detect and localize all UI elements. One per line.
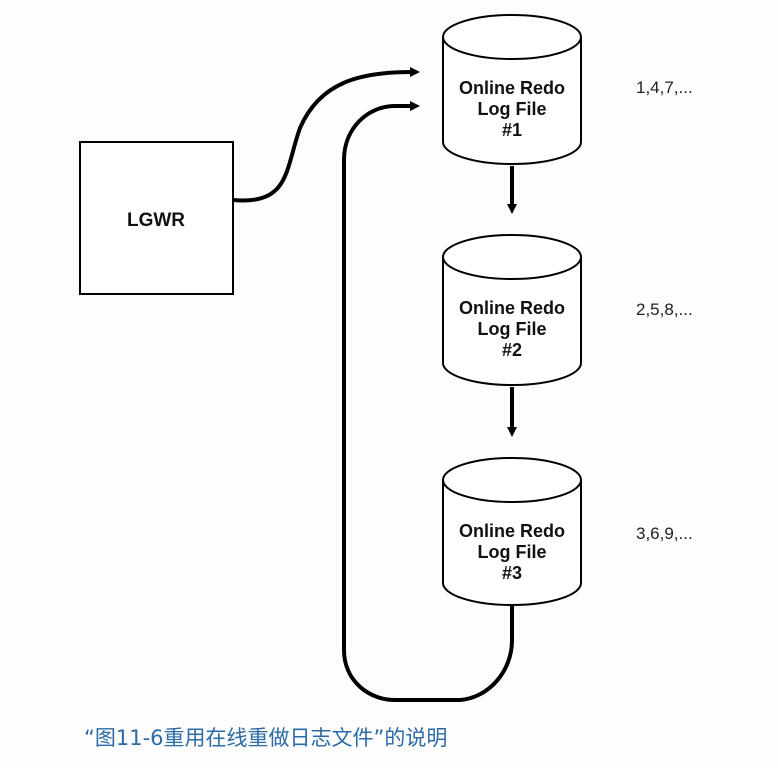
lgwr-box: LGWR — [79, 141, 234, 295]
log-file-2-cylinder: Online Redo Log File #2 — [442, 234, 582, 386]
log-file-2-line2: Log File — [478, 319, 547, 339]
log-file-1-line1: Online Redo — [459, 78, 565, 98]
log-file-3-sequence: 3,6,9,... — [636, 524, 693, 543]
log-file-2-line1: Online Redo — [459, 298, 565, 318]
log-file-1-sequence: 1,4,7,... — [636, 78, 693, 97]
log-file-3-line1: Online Redo — [459, 521, 565, 541]
log-file-3-line3: #3 — [502, 563, 522, 583]
figure-caption-link[interactable]: “图11-6重用在线重做日志文件”的说明 — [84, 722, 447, 752]
log3-to-log1-loop-arrow — [342, 101, 514, 702]
log-file-1-cylinder: Online Redo Log File #1 — [442, 14, 582, 165]
log-file-2-line3: #2 — [502, 340, 522, 360]
log-file-2-sequence: 2,5,8,... — [636, 300, 693, 319]
log-file-1-line3: #1 — [502, 120, 522, 140]
log-file-3-cylinder: Online Redo Log File #3 — [442, 457, 582, 606]
redo-log-diagram: LGWR Online Redo Log File #1 Online Redo… — [79, 14, 693, 702]
log-file-3-line2: Log File — [478, 542, 547, 562]
log-file-1-line2: Log File — [478, 99, 547, 119]
lgwr-label: LGWR — [127, 210, 185, 231]
lgwr-to-log1-arrow — [232, 67, 420, 203]
